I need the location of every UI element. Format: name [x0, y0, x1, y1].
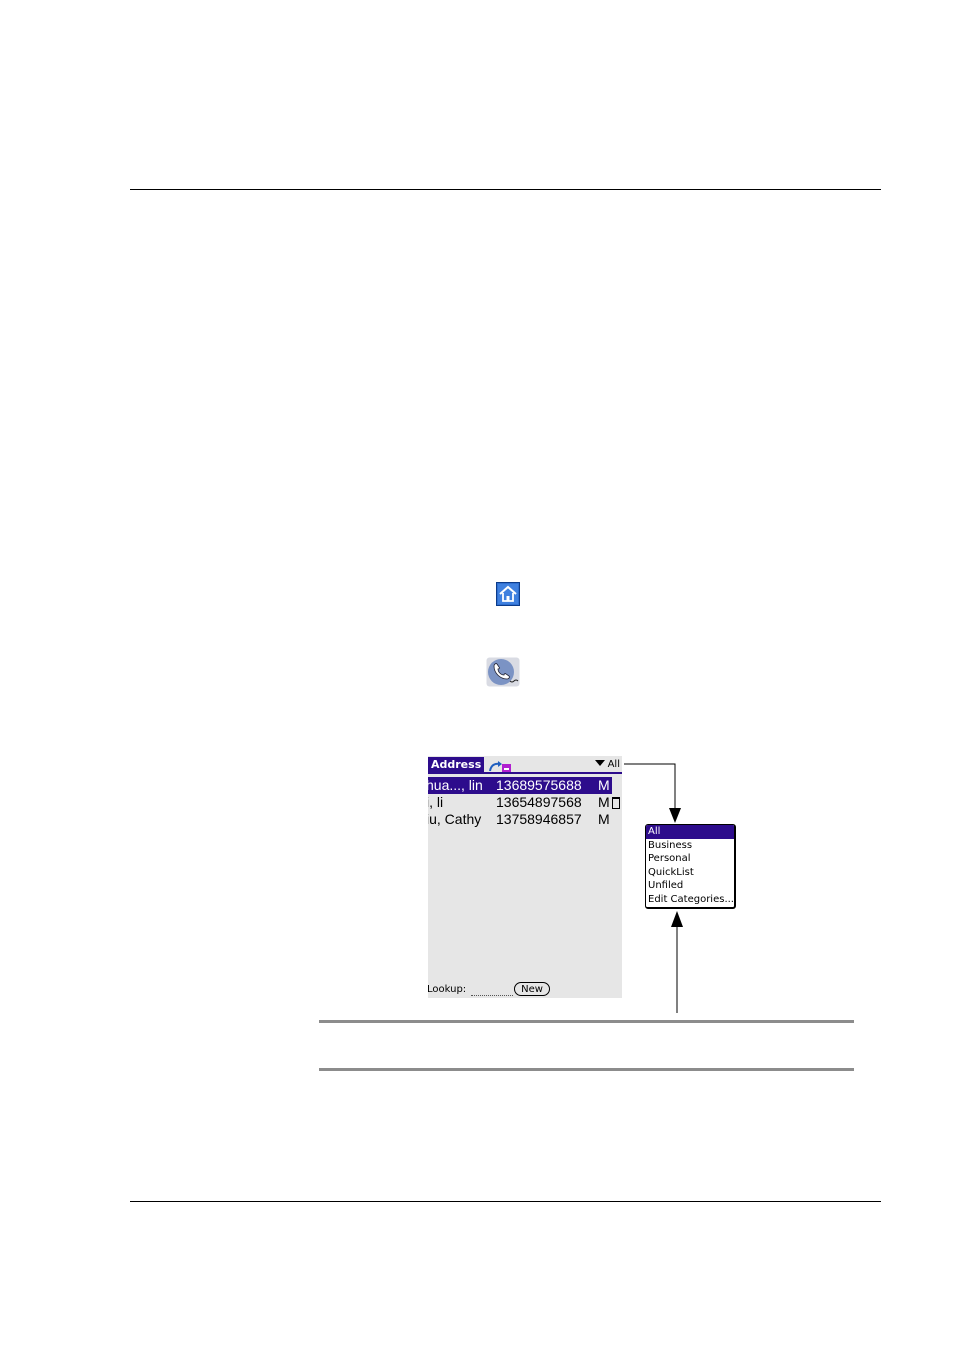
category-option-all[interactable]: All [646, 825, 734, 839]
bottom-rule [130, 1201, 881, 1202]
triangle-down-icon [594, 760, 605, 766]
top-rule [130, 189, 881, 190]
title-bar: Address All [428, 756, 622, 774]
category-option-quicklist[interactable]: QuickList [646, 866, 734, 880]
phone-type: M [598, 777, 610, 793]
contact-phone: 13654897568 [496, 794, 582, 810]
address-screen: Address All hua..., lin 13689575688 M i,… [428, 756, 622, 998]
contact-phone: 13689575688 [496, 777, 582, 793]
category-option-edit[interactable]: Edit Categories... [646, 893, 734, 907]
list-item[interactable]: hua..., lin 13689575688 M [428, 777, 612, 794]
category-popup: All Business Personal QuickList Unfiled … [645, 824, 736, 909]
beam-icon[interactable] [488, 758, 512, 772]
category-trigger-label: All [607, 759, 620, 770]
lookup-input[interactable] [471, 995, 513, 996]
arrow-to-popup [624, 763, 681, 823]
note-icon[interactable] [612, 797, 620, 809]
address-list: hua..., lin 13689575688 M i, li 13654897… [428, 777, 620, 828]
title-underline [428, 772, 622, 774]
contact-name: i, li [428, 794, 444, 810]
lookup-label: Lookup: [428, 984, 467, 995]
category-trigger[interactable]: All [594, 758, 620, 772]
caption-bottom-rule [319, 1068, 854, 1071]
phone-type: M [598, 794, 610, 810]
contact-name: iu, Cathy [428, 811, 482, 827]
list-item[interactable]: i, li 13654897568 M [428, 794, 620, 811]
arrow-from-below [671, 911, 683, 1013]
app-title: Address [428, 757, 485, 773]
list-item[interactable]: iu, Cathy 13758946857 M [428, 811, 612, 828]
home-icon [496, 582, 520, 606]
caption-top-rule [319, 1020, 854, 1023]
category-option-business[interactable]: Business [646, 839, 734, 853]
new-button[interactable]: New [514, 982, 550, 996]
contact-phone: 13758946857 [496, 811, 582, 827]
category-option-unfiled[interactable]: Unfiled [646, 879, 734, 893]
callout-arrows [624, 763, 683, 1013]
phone-type: M [598, 811, 610, 827]
category-option-personal[interactable]: Personal [646, 852, 734, 866]
contact-name: hua..., lin [428, 777, 483, 793]
phone-icon [486, 657, 520, 687]
